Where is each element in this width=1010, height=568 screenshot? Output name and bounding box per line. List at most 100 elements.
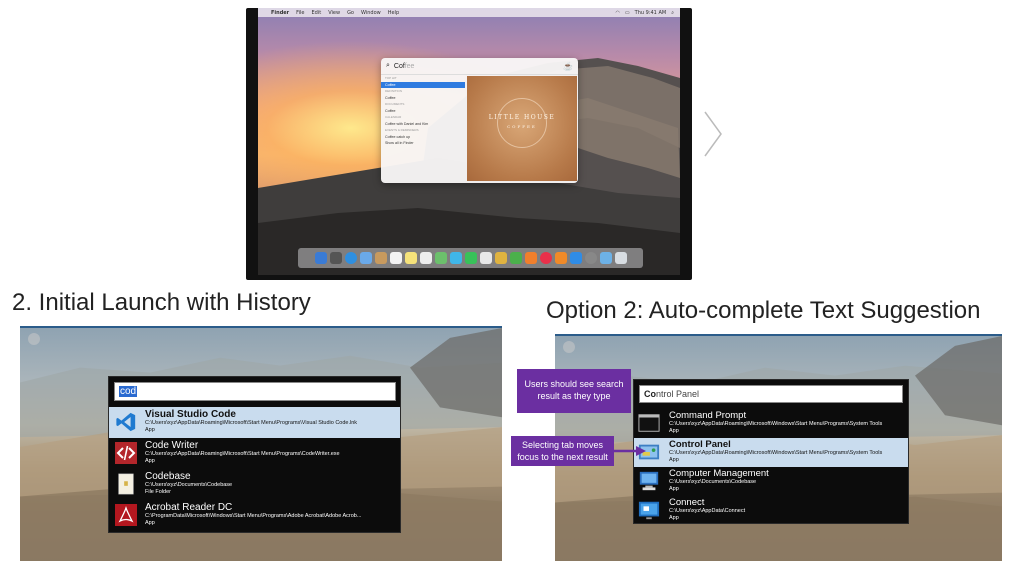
mail-dock-icon[interactable] xyxy=(359,252,372,264)
windows-desktop-left: cod Visual Studio Code C:\Users\xyz\AppDa… xyxy=(20,326,502,561)
menu-help[interactable]: Help xyxy=(388,10,399,16)
result-type: App xyxy=(145,427,155,433)
result-item[interactable]: Acrobat Reader DC C:\ProgramData\Microsof… xyxy=(109,500,400,531)
menu-edit[interactable]: Edit xyxy=(312,10,322,16)
mac-menubar: Finder File Edit View Go Window Help ◠ ▭… xyxy=(258,8,680,17)
messages-dock-icon[interactable] xyxy=(449,252,462,264)
result-item[interactable]: Control Panel C:\Users\xyz\AppData\Roamin… xyxy=(634,438,908,467)
launcher-window-right: Control Panel Command Prompt C:\Users\xyz… xyxy=(633,379,909,524)
result-type: App xyxy=(669,428,679,434)
spotlight-ghost-text: fee xyxy=(404,62,415,70)
result-type: App xyxy=(145,458,155,464)
spotlight-result-item[interactable]: Show all in Finder xyxy=(381,140,465,147)
result-path: C:\Users\xyz\Documents\Codebase xyxy=(145,482,233,488)
result-path: C:\Users\xyz\AppData\Connect xyxy=(669,508,746,514)
calendar-dock-icon[interactable] xyxy=(389,252,402,264)
chevron-right-icon[interactable] xyxy=(701,110,725,158)
search-input[interactable]: Control Panel xyxy=(639,385,903,403)
section-heading-left: 2. Initial Launch with History xyxy=(12,289,311,316)
maps-dock-icon[interactable] xyxy=(434,252,447,264)
mac-screenshot: Finder File Edit View Go Window Help ◠ ▭… xyxy=(246,8,692,280)
menubar-app-name[interactable]: Finder xyxy=(271,10,289,16)
music-dock-icon[interactable] xyxy=(539,252,552,264)
results-list: Visual Studio Code C:\Users\xyz\AppData\R… xyxy=(109,407,400,531)
connect-icon xyxy=(637,498,661,522)
mac-dock xyxy=(298,248,643,268)
books-dock-icon[interactable] xyxy=(554,252,567,264)
result-item[interactable]: Code Writer C:\Users\xyz\AppData\Roaming\… xyxy=(109,438,400,469)
result-title: Visual Studio Code xyxy=(145,409,236,420)
result-title: Codebase xyxy=(145,471,191,482)
downloads-dock-icon[interactable] xyxy=(599,252,612,264)
result-item[interactable]: Visual Studio Code C:\Users\xyz\AppData\R… xyxy=(109,407,400,438)
spotlight-window: ⌕ Coffee ☕ TOP HIT Coffee DEFINITION Coffee… xyxy=(381,58,578,183)
system-preferences-dock-icon[interactable] xyxy=(584,252,597,264)
result-title: Connect xyxy=(669,498,705,508)
trash-dock-icon[interactable] xyxy=(614,252,627,264)
result-type: App xyxy=(669,457,679,463)
app-store-dock-icon[interactable] xyxy=(569,252,582,264)
wifi-icon[interactable]: ◠ xyxy=(616,10,620,16)
autocomplete-suggestion: ntrol Panel xyxy=(656,389,700,399)
menu-window[interactable]: Window xyxy=(361,10,381,16)
vscode-icon xyxy=(113,409,139,435)
menu-view[interactable]: View xyxy=(328,10,340,16)
spotlight-typed-text: Cof xyxy=(393,62,405,70)
result-title: Code Writer xyxy=(145,440,199,451)
search-input[interactable]: cod xyxy=(114,382,396,401)
result-type: App xyxy=(669,486,679,492)
result-type: File Folder xyxy=(145,489,171,495)
callout-tab-focus: Selecting tab moves focus to the next re… xyxy=(511,436,614,466)
battery-icon[interactable]: ▭ xyxy=(625,10,630,16)
spotlight-search-bar[interactable]: ⌕ Coffee ☕ xyxy=(381,58,578,75)
folder-icon xyxy=(113,471,139,497)
reminders-dock-icon[interactable] xyxy=(419,252,432,264)
preview-title: LITTLE HOUSE xyxy=(488,114,556,121)
result-text: Code Writer C:\Users\xyz\AppData\Roaming\… xyxy=(145,440,396,465)
search-input-text: cod xyxy=(119,386,138,397)
result-item[interactable]: Command Prompt C:\Users\xyz\AppData\Roami… xyxy=(634,409,908,438)
menu-go[interactable]: Go xyxy=(347,10,354,16)
mac-desktop: Finder File Edit View Go Window Help ◠ ▭… xyxy=(258,8,680,275)
result-title: Control Panel xyxy=(669,440,731,450)
finder-dock-icon[interactable] xyxy=(314,252,327,264)
result-title: Computer Management xyxy=(669,469,769,479)
spotlight-icon[interactable]: ⌕ xyxy=(671,10,674,16)
facetime-dock-icon[interactable] xyxy=(464,252,477,264)
coffee-cup-icon: ☕ xyxy=(563,61,573,71)
result-type: App xyxy=(145,520,155,526)
recycle-bin-icon[interactable] xyxy=(563,341,575,353)
menu-file[interactable]: File xyxy=(296,10,304,16)
menubar-clock[interactable]: Thu 9:41 AM xyxy=(635,10,667,16)
result-type: App xyxy=(669,515,679,521)
computer-management-icon xyxy=(637,469,661,493)
photos-dock-icon[interactable] xyxy=(479,252,492,264)
result-item[interactable]: Computer Management C:\Users\xyz\Document… xyxy=(634,467,908,496)
result-text: Connect C:\Users\xyz\AppData\Connect App xyxy=(669,498,905,522)
result-text: Visual Studio Code C:\Users\xyz\AppData\R… xyxy=(145,409,396,434)
pages-dock-icon[interactable] xyxy=(524,252,537,264)
section-heading-right: Option 2: Auto-complete Text Suggestion xyxy=(546,297,981,324)
recycle-bin-icon[interactable] xyxy=(28,333,40,345)
launchpad-dock-icon[interactable] xyxy=(329,252,342,264)
results-list: Command Prompt C:\Users\xyz\AppData\Roami… xyxy=(634,409,908,525)
notes-dock-icon[interactable] xyxy=(404,252,417,264)
callout-search-as-you-type: Users should see search result as they t… xyxy=(517,369,631,413)
result-title: Command Prompt xyxy=(669,411,747,421)
result-path: C:\Users\xyz\Documents\Codebase xyxy=(669,479,757,485)
numbers-dock-icon[interactable] xyxy=(509,252,522,264)
result-item[interactable]: Connect C:\Users\xyz\AppData\Connect App xyxy=(634,496,908,525)
code-writer-icon xyxy=(113,440,139,466)
spotlight-preview: LITTLE HOUSE COFFEE xyxy=(467,76,577,181)
launcher-window-left: cod Visual Studio Code C:\Users\xyz\AppDa… xyxy=(108,376,401,533)
contacts-dock-icon[interactable] xyxy=(374,252,387,264)
result-item[interactable]: Codebase C:\Users\xyz\Documents\Codebase F… xyxy=(109,469,400,500)
command-prompt-icon xyxy=(637,411,661,435)
safari-dock-icon[interactable] xyxy=(344,252,357,264)
result-text: Control Panel C:\Users\xyz\AppData\Roamin… xyxy=(669,440,905,464)
acrobat-icon xyxy=(113,502,139,528)
result-path: C:\ProgramData\Microsoft\Windows\Start M… xyxy=(145,513,362,519)
preview-subtitle: COFFEE xyxy=(507,124,537,129)
result-title: Acrobat Reader DC xyxy=(145,502,233,513)
keynote-dock-icon[interactable] xyxy=(494,252,507,264)
